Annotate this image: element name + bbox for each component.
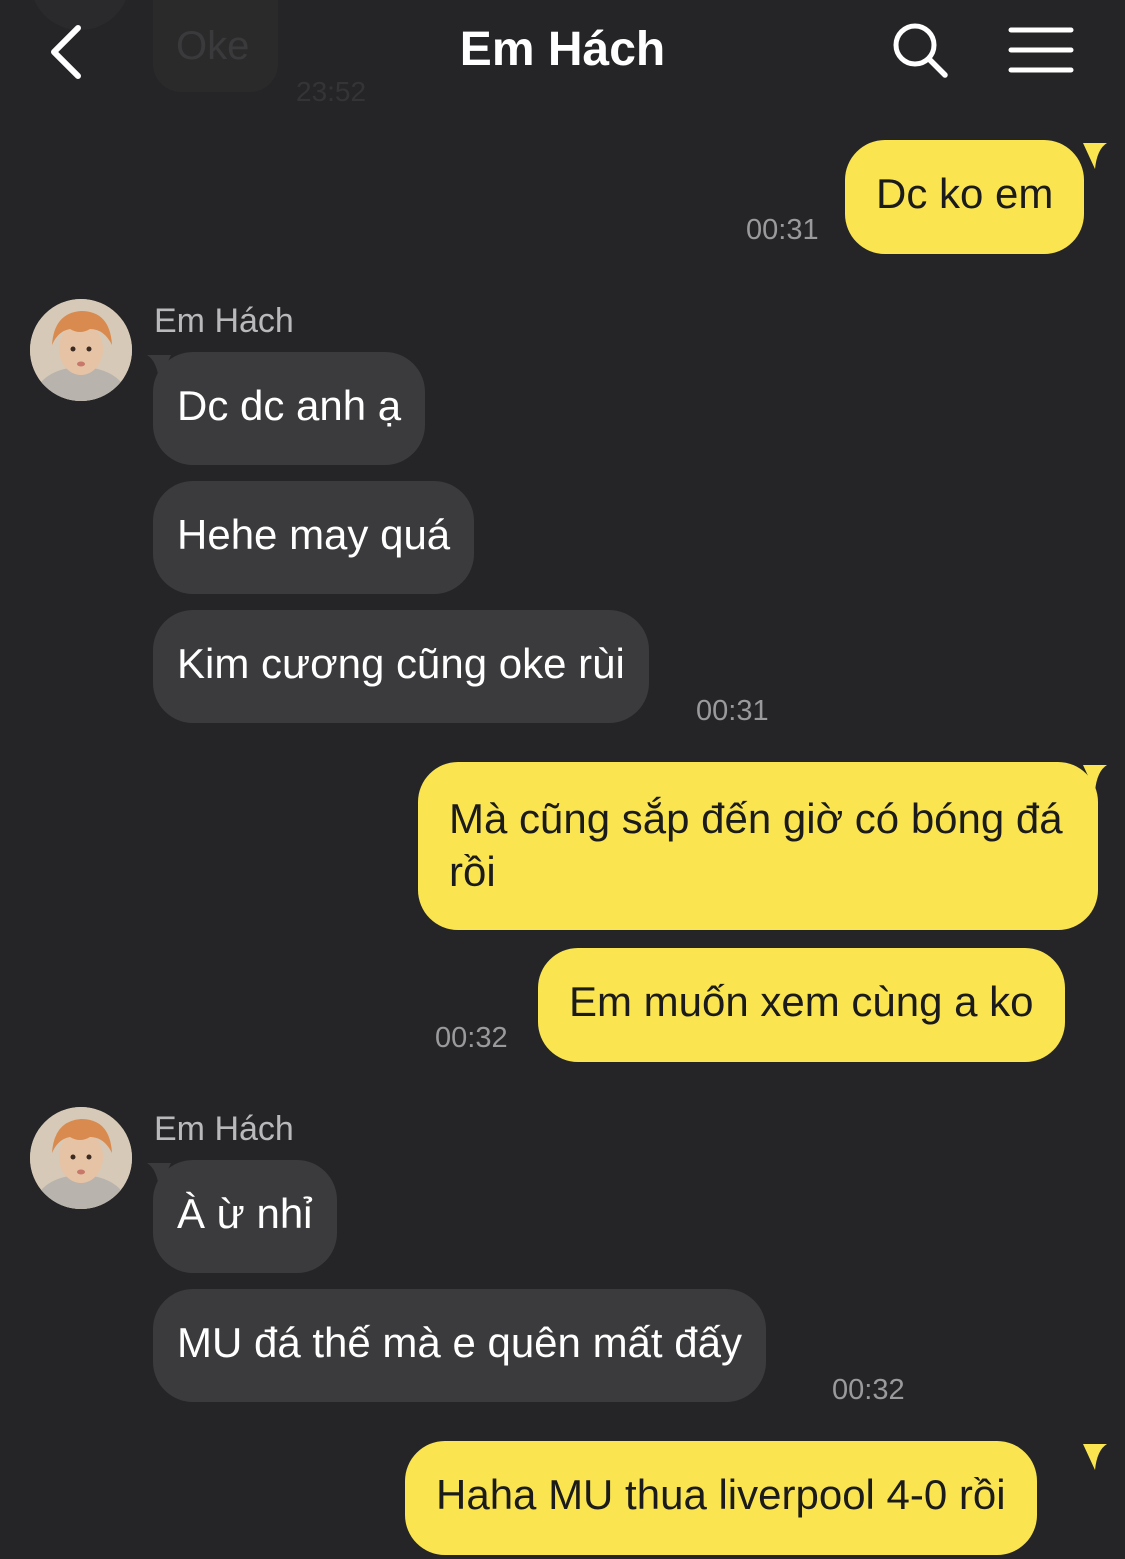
menu-icon[interactable] <box>1008 24 1074 78</box>
message-text: MU đá thế mà e quên mất đấy <box>177 1319 742 1366</box>
message-text: Haha MU thua liverpool 4-0 rồi <box>436 1471 1006 1518</box>
avatar[interactable] <box>30 1107 132 1209</box>
avatar[interactable] <box>30 299 132 401</box>
message-text: Mà cũng sắp đến giờ có bóng đá rồi <box>449 795 1063 895</box>
message-text: Kim cương cũng oke rùi <box>177 640 625 687</box>
message-time: 00:32 <box>435 1022 508 1054</box>
chat-header: Em Hách <box>0 0 1125 105</box>
sender-name: Em Hách <box>154 1110 294 1148</box>
incoming-message-bubble[interactable]: Dc dc anh ạ <box>153 352 426 465</box>
message-text: Hehe may quá <box>177 511 451 558</box>
chat-screen: Oke 23:52 Em Hách 00:31 Dc ko em Em Hách… <box>0 0 1125 1559</box>
chat-title: Em Hách <box>459 23 666 76</box>
outgoing-message-bubble[interactable]: Dc ko em <box>845 140 1085 254</box>
message-time: 00:31 <box>696 695 769 727</box>
search-icon[interactable] <box>890 20 950 80</box>
incoming-message-bubble[interactable]: Hehe may quá <box>153 481 475 594</box>
sender-name: Em Hách <box>154 302 294 340</box>
back-icon[interactable] <box>44 20 94 84</box>
message-text: Dc ko em <box>876 170 1054 217</box>
message-time: 00:31 <box>746 214 819 246</box>
outgoing-message-bubble[interactable]: Mà cũng sắp đến giờ có bóng đá rồi <box>418 762 1098 930</box>
outgoing-message-bubble[interactable]: Haha MU thua liverpool 4-0 rồi <box>405 1441 1037 1555</box>
message-text: À ừ nhỉ <box>177 1190 313 1237</box>
incoming-message-bubble[interactable]: MU đá thế mà e quên mất đấy <box>153 1289 766 1402</box>
incoming-message-bubble[interactable]: Kim cương cũng oke rùi <box>153 610 649 723</box>
bubble-tail <box>1083 1444 1107 1470</box>
message-text: Dc dc anh ạ <box>177 382 402 429</box>
outgoing-message-bubble[interactable]: Em muốn xem cùng a ko <box>538 948 1065 1062</box>
incoming-message-bubble[interactable]: À ừ nhỉ <box>153 1160 337 1273</box>
bubble-tail <box>1083 143 1107 169</box>
message-text: Em muốn xem cùng a ko <box>569 978 1034 1025</box>
message-time: 00:32 <box>832 1374 905 1406</box>
bubble-tail <box>1083 765 1107 791</box>
